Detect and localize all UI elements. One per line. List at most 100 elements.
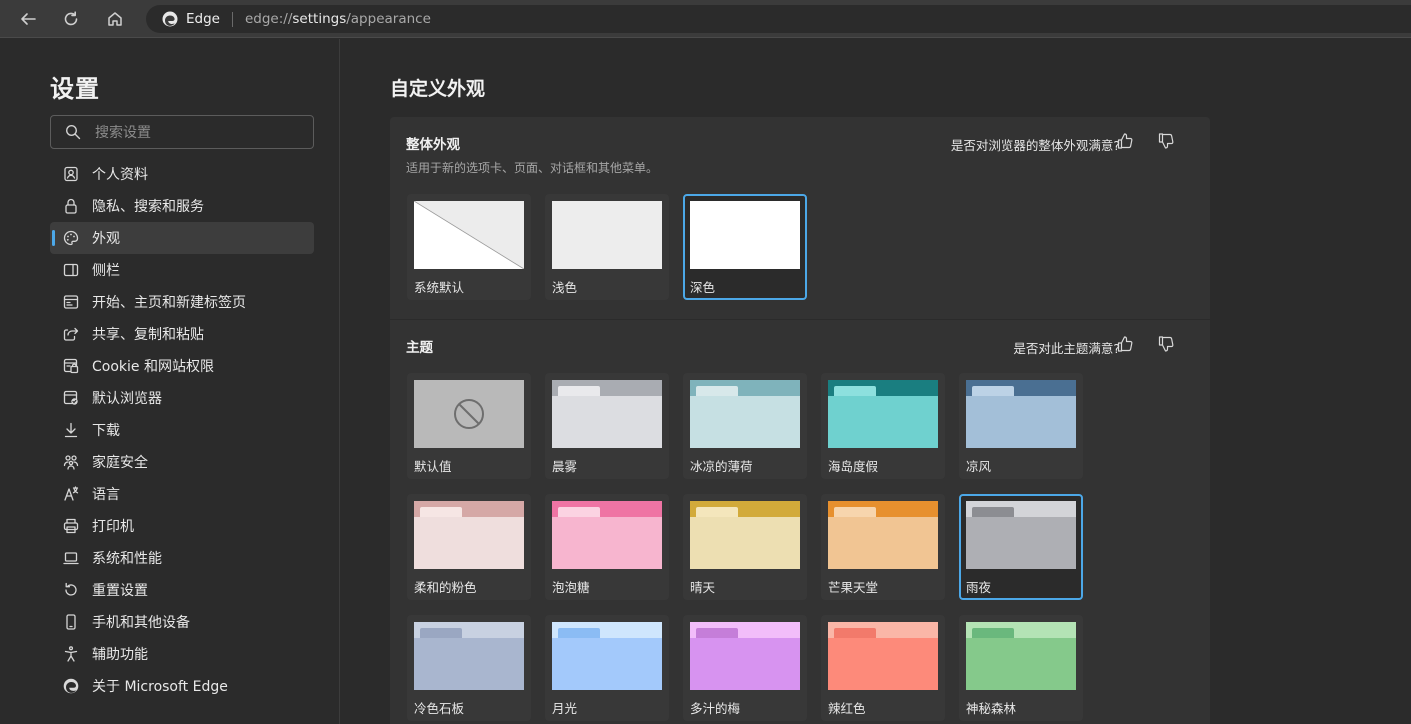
- sidebar-item-label: 打印机: [92, 519, 134, 535]
- search-icon: [65, 124, 81, 140]
- appearance-option-system[interactable]: 系统默认: [407, 194, 531, 300]
- themes-feedback-prompt: 是否对此主题满意?: [1013, 341, 1120, 356]
- sidebar-icon: [63, 263, 79, 277]
- appearance-option-label: 深色: [690, 280, 716, 295]
- theme-label: 柔和的粉色: [414, 580, 477, 595]
- sidebar-item-1[interactable]: 隐私、搜索和服务: [50, 190, 314, 222]
- light-preview: [552, 201, 662, 269]
- url-host: settings: [292, 11, 347, 27]
- theme-label: 凉风: [966, 459, 992, 474]
- appearance-option-dark[interactable]: 深色: [683, 194, 807, 300]
- url-prefix: edge://: [244, 11, 293, 27]
- theme-option[interactable]: 凉风: [959, 373, 1083, 479]
- family-icon: [63, 455, 79, 470]
- theme-label: 月光: [552, 701, 578, 716]
- theme-option[interactable]: 多汁的梅: [683, 615, 807, 721]
- settings-nav: 个人资料隐私、搜索和服务外观侧栏开始、主页和新建标签页 共享、复制和粘贴 Cooki…: [50, 158, 314, 702]
- default-browser-icon: [63, 390, 78, 405]
- appearance-option-label: 浅色: [552, 280, 578, 295]
- search-placeholder: 搜索设置: [95, 125, 151, 141]
- theme-option[interactable]: 海岛度假: [821, 373, 945, 479]
- sidebar-item-0[interactable]: 个人资料: [50, 158, 314, 190]
- sidebar-item-2[interactable]: 外观: [50, 222, 314, 254]
- theme-option[interactable]: 柔和的粉色: [407, 494, 531, 600]
- thumbs-down-icon[interactable]: [1157, 132, 1175, 150]
- refresh-button[interactable]: [56, 5, 86, 33]
- edge-logo-icon: [63, 678, 79, 694]
- sidebar-item-label: 下载: [92, 423, 120, 439]
- thumbs-up-icon[interactable]: [1116, 132, 1134, 150]
- sidebar-item-10[interactable]: 语言: [50, 478, 314, 510]
- home-button[interactable]: [100, 5, 130, 33]
- theme-label: 海岛度假: [828, 459, 879, 474]
- theme-label: 冷色石板: [414, 701, 465, 716]
- sidebar-item-12[interactable]: 系统和性能: [50, 542, 314, 574]
- sidebar-item-label: 侧栏: [92, 263, 120, 279]
- palette-icon: [63, 230, 79, 246]
- sidebar-item-label: 开始、主页和新建标签页: [92, 295, 246, 311]
- sidebar-item-13[interactable]: 重置设置: [50, 574, 314, 606]
- theme-preview: [690, 622, 800, 690]
- sidebar-item-label: 关于 Microsoft Edge: [92, 679, 228, 695]
- sidebar-item-label: 个人资料: [92, 167, 148, 183]
- theme-preview: [828, 622, 938, 690]
- language-icon: [64, 486, 79, 501]
- theme-option[interactable]: 冰凉的薄荷: [683, 373, 807, 479]
- sidebar-item-label: 手机和其他设备: [92, 615, 190, 631]
- theme-preview: [552, 380, 662, 448]
- sidebar-item-9[interactable]: 家庭安全: [50, 446, 314, 478]
- theme-option[interactable]: 晴天: [683, 494, 807, 600]
- browser-toolbar: Edge edge://settings/appearance: [0, 0, 1411, 38]
- back-button[interactable]: [13, 5, 43, 33]
- search-input[interactable]: 搜索设置: [50, 115, 314, 149]
- sidebar-item-7[interactable]: 默认浏览器: [50, 382, 314, 414]
- sidebar-item-5[interactable]: 共享、复制和粘贴: [50, 318, 314, 350]
- download-icon: [64, 422, 78, 438]
- refresh-icon: [64, 11, 78, 26]
- sidebar-item-4[interactable]: 开始、主页和新建标签页: [50, 286, 314, 318]
- theme-option[interactable]: 默认值: [407, 373, 531, 479]
- theme-preview: [414, 622, 524, 690]
- sidebar-item-3[interactable]: 侧栏: [50, 254, 314, 286]
- address-bar[interactable]: Edge edge://settings/appearance: [146, 5, 1411, 33]
- sidebar-item-6[interactable]: Cookie 和网站权限: [50, 350, 314, 382]
- printer-icon: [63, 518, 79, 534]
- theme-option[interactable]: 辣红色: [821, 615, 945, 721]
- sidebar-item-11[interactable]: 打印机: [50, 510, 314, 542]
- sidebar-item-label: 语言: [92, 487, 120, 503]
- theme-preview: [966, 622, 1076, 690]
- lock-icon: [65, 198, 77, 214]
- theme-option[interactable]: 神秘森林: [959, 615, 1083, 721]
- theme-label: 辣红色: [828, 701, 866, 716]
- theme-option[interactable]: 芒果天堂: [821, 494, 945, 600]
- no-theme-icon: [454, 399, 484, 429]
- laptop-icon: [63, 552, 79, 565]
- sidebar-item-8[interactable]: 下载: [50, 414, 314, 446]
- overall-appearance-subtitle: 适用于新的选项卡、页面、对话框和其他菜单。: [406, 161, 659, 175]
- sidebar-item-16[interactable]: 关于 Microsoft Edge: [50, 670, 314, 702]
- theme-option[interactable]: 月光: [545, 615, 669, 721]
- theme-option[interactable]: 雨夜: [959, 494, 1083, 600]
- thumbs-down-icon[interactable]: [1157, 335, 1175, 353]
- theme-preview: [828, 501, 938, 569]
- theme-preview: [414, 501, 524, 569]
- themes-section: 主题 是否对此主题满意? 默认值 晨雾 冰凉的薄荷 海岛度假 凉风 柔和的粉色 …: [390, 320, 1210, 724]
- sidebar-title: 设置: [50, 75, 100, 103]
- theme-option[interactable]: 冷色石板: [407, 615, 531, 721]
- sidebar-item-15[interactable]: 辅助功能: [50, 638, 314, 670]
- thumbs-up-icon[interactable]: [1116, 335, 1134, 353]
- theme-preview: [552, 622, 662, 690]
- sidebar-item-label: 共享、复制和粘贴: [92, 327, 204, 343]
- sidebar-item-label: 隐私、搜索和服务: [92, 199, 204, 215]
- url-text: edge://settings/appearance: [245, 11, 431, 27]
- sidebar-item-14[interactable]: 手机和其他设备: [50, 606, 314, 638]
- appearance-option-light[interactable]: 浅色: [545, 194, 669, 300]
- theme-option[interactable]: 晨雾: [545, 373, 669, 479]
- phone-icon: [66, 614, 76, 630]
- settings-sidebar: 设置 搜索设置 个人资料隐私、搜索和服务外观侧栏开始、主页和新建标签页 共享、复制…: [0, 39, 340, 724]
- theme-preview: [552, 501, 662, 569]
- theme-label: 冰凉的薄荷: [690, 459, 753, 474]
- theme-label: 晴天: [690, 580, 716, 595]
- theme-option[interactable]: 泡泡糖: [545, 494, 669, 600]
- home-icon: [108, 12, 122, 26]
